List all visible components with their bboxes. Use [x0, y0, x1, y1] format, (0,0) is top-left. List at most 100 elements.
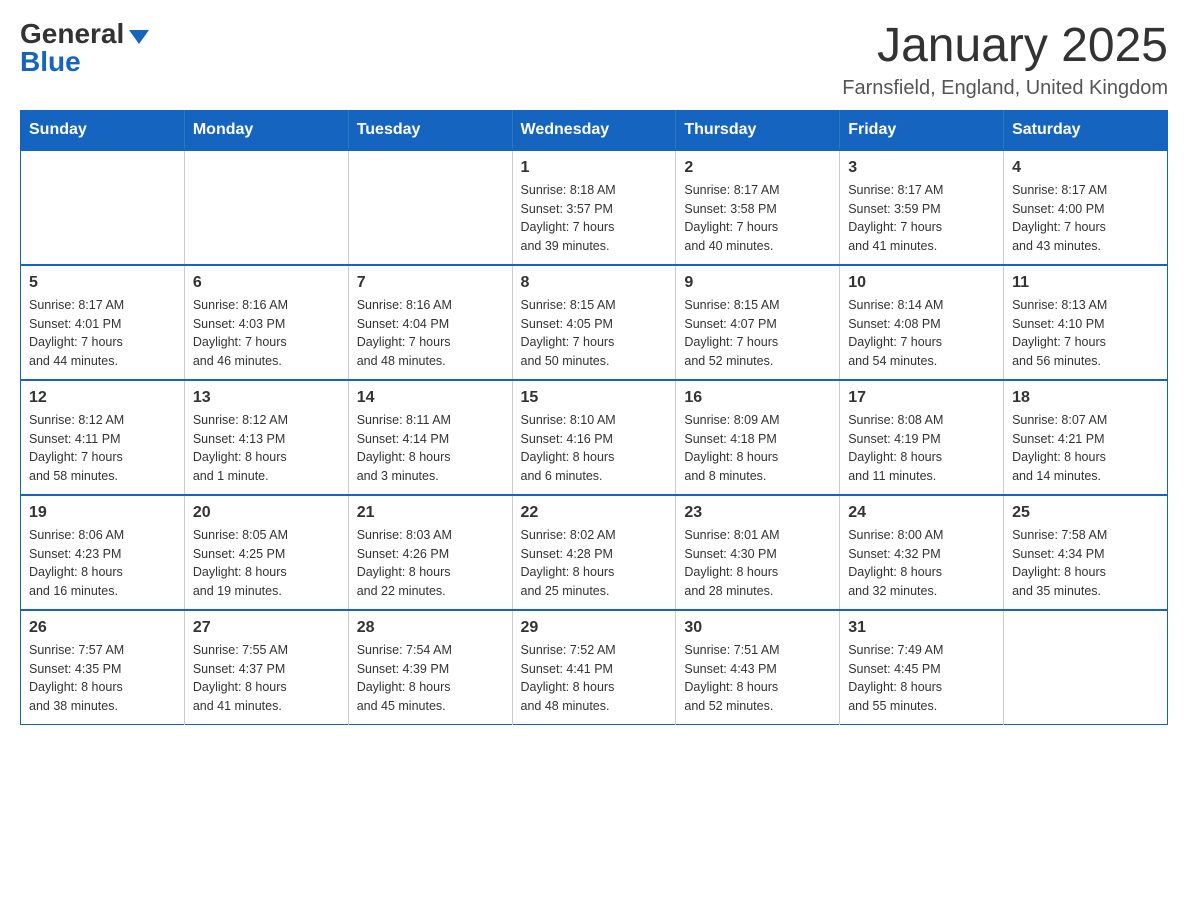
day-number: 26: [29, 619, 176, 637]
location-text: Farnsfield, England, United Kingdom: [842, 77, 1168, 100]
day-number: 13: [193, 389, 340, 407]
day-info: Sunrise: 8:11 AM Sunset: 4:14 PM Dayligh…: [357, 411, 504, 486]
logo-triangle-icon: [129, 30, 149, 44]
day-number: 9: [684, 274, 831, 292]
day-info: Sunrise: 7:54 AM Sunset: 4:39 PM Dayligh…: [357, 641, 504, 716]
day-info: Sunrise: 7:49 AM Sunset: 4:45 PM Dayligh…: [848, 641, 995, 716]
day-number: 2: [684, 159, 831, 177]
calendar-cell: 9 Sunrise: 8:15 AM Sunset: 4:07 PM Daylig…: [676, 265, 840, 380]
calendar-header: SundayMondayTuesdayWednesdayThursdayFrid…: [21, 110, 1168, 150]
calendar-cell: 14 Sunrise: 8:11 AM Sunset: 4:14 PM Dayli…: [348, 380, 512, 495]
calendar-table: SundayMondayTuesdayWednesdayThursdayFrid…: [20, 110, 1168, 725]
day-info: Sunrise: 8:15 AM Sunset: 4:07 PM Dayligh…: [684, 296, 831, 371]
day-info: Sunrise: 7:58 AM Sunset: 4:34 PM Dayligh…: [1012, 526, 1159, 601]
week-row-4: 26 Sunrise: 7:57 AM Sunset: 4:35 PM Dayli…: [21, 610, 1168, 725]
day-number: 17: [848, 389, 995, 407]
title-section: January 2025 Farnsfield, England, United…: [842, 20, 1168, 100]
day-number: 1: [521, 159, 668, 177]
calendar-cell: [348, 150, 512, 265]
logo-general-text: General: [20, 20, 124, 48]
day-info: Sunrise: 8:02 AM Sunset: 4:28 PM Dayligh…: [521, 526, 668, 601]
day-info: Sunrise: 8:08 AM Sunset: 4:19 PM Dayligh…: [848, 411, 995, 486]
day-number: 21: [357, 504, 504, 522]
day-number: 14: [357, 389, 504, 407]
day-info: Sunrise: 8:03 AM Sunset: 4:26 PM Dayligh…: [357, 526, 504, 601]
day-info: Sunrise: 8:17 AM Sunset: 4:01 PM Dayligh…: [29, 296, 176, 371]
week-row-0: 1 Sunrise: 8:18 AM Sunset: 3:57 PM Daylig…: [21, 150, 1168, 265]
header-day-saturday: Saturday: [1004, 110, 1168, 150]
header-day-tuesday: Tuesday: [348, 110, 512, 150]
day-info: Sunrise: 8:07 AM Sunset: 4:21 PM Dayligh…: [1012, 411, 1159, 486]
calendar-cell: 26 Sunrise: 7:57 AM Sunset: 4:35 PM Dayli…: [21, 610, 185, 725]
week-row-3: 19 Sunrise: 8:06 AM Sunset: 4:23 PM Dayli…: [21, 495, 1168, 610]
week-row-2: 12Sunrise: 8:12 AM Sunset: 4:11 PM Dayli…: [21, 380, 1168, 495]
day-info: Sunrise: 7:51 AM Sunset: 4:43 PM Dayligh…: [684, 641, 831, 716]
calendar-cell: 4 Sunrise: 8:17 AM Sunset: 4:00 PM Daylig…: [1004, 150, 1168, 265]
calendar-cell: 18 Sunrise: 8:07 AM Sunset: 4:21 PM Dayli…: [1004, 380, 1168, 495]
day-number: 10: [848, 274, 995, 292]
header-day-monday: Monday: [184, 110, 348, 150]
day-info: Sunrise: 8:17 AM Sunset: 3:58 PM Dayligh…: [684, 181, 831, 256]
calendar-cell: 7 Sunrise: 8:16 AM Sunset: 4:04 PM Daylig…: [348, 265, 512, 380]
calendar-cell: 8Sunrise: 8:15 AM Sunset: 4:05 PM Daylig…: [512, 265, 676, 380]
day-info: Sunrise: 8:06 AM Sunset: 4:23 PM Dayligh…: [29, 526, 176, 601]
calendar-cell: 28Sunrise: 7:54 AM Sunset: 4:39 PM Dayli…: [348, 610, 512, 725]
calendar-cell: 5 Sunrise: 8:17 AM Sunset: 4:01 PM Daylig…: [21, 265, 185, 380]
day-info: Sunrise: 8:00 AM Sunset: 4:32 PM Dayligh…: [848, 526, 995, 601]
calendar-cell: 10 Sunrise: 8:14 AM Sunset: 4:08 PM Dayli…: [840, 265, 1004, 380]
calendar-cell: 13Sunrise: 8:12 AM Sunset: 4:13 PM Dayli…: [184, 380, 348, 495]
day-info: Sunrise: 8:16 AM Sunset: 4:04 PM Dayligh…: [357, 296, 504, 371]
day-number: 12: [29, 389, 176, 407]
day-info: Sunrise: 8:18 AM Sunset: 3:57 PM Dayligh…: [521, 181, 668, 256]
logo-blue-text: Blue: [20, 48, 81, 76]
day-info: Sunrise: 8:15 AM Sunset: 4:05 PM Dayligh…: [521, 296, 668, 371]
day-number: 27: [193, 619, 340, 637]
day-number: 4: [1012, 159, 1159, 177]
header-row: SundayMondayTuesdayWednesdayThursdayFrid…: [21, 110, 1168, 150]
month-title: January 2025: [842, 20, 1168, 73]
day-number: 29: [521, 619, 668, 637]
calendar-cell: [1004, 610, 1168, 725]
day-info: Sunrise: 7:55 AM Sunset: 4:37 PM Dayligh…: [193, 641, 340, 716]
calendar-body: 1 Sunrise: 8:18 AM Sunset: 3:57 PM Daylig…: [21, 150, 1168, 725]
calendar-cell: 15 Sunrise: 8:10 AM Sunset: 4:16 PM Dayli…: [512, 380, 676, 495]
day-number: 31: [848, 619, 995, 637]
day-number: 15: [521, 389, 668, 407]
header-day-thursday: Thursday: [676, 110, 840, 150]
day-number: 19: [29, 504, 176, 522]
calendar-cell: 3Sunrise: 8:17 AM Sunset: 3:59 PM Daylig…: [840, 150, 1004, 265]
logo: General Blue: [20, 20, 149, 76]
day-info: Sunrise: 7:57 AM Sunset: 4:35 PM Dayligh…: [29, 641, 176, 716]
day-number: 24: [848, 504, 995, 522]
day-number: 7: [357, 274, 504, 292]
day-number: 11: [1012, 274, 1159, 292]
day-number: 16: [684, 389, 831, 407]
page-header: General Blue January 2025 Farnsfield, En…: [20, 20, 1168, 100]
day-number: 25: [1012, 504, 1159, 522]
calendar-cell: 16 Sunrise: 8:09 AM Sunset: 4:18 PM Dayli…: [676, 380, 840, 495]
day-info: Sunrise: 8:14 AM Sunset: 4:08 PM Dayligh…: [848, 296, 995, 371]
calendar-cell: 17 Sunrise: 8:08 AM Sunset: 4:19 PM Dayli…: [840, 380, 1004, 495]
calendar-cell: 20Sunrise: 8:05 AM Sunset: 4:25 PM Dayli…: [184, 495, 348, 610]
calendar-cell: 2 Sunrise: 8:17 AM Sunset: 3:58 PM Daylig…: [676, 150, 840, 265]
day-number: 23: [684, 504, 831, 522]
day-info: Sunrise: 8:17 AM Sunset: 4:00 PM Dayligh…: [1012, 181, 1159, 256]
day-info: Sunrise: 7:52 AM Sunset: 4:41 PM Dayligh…: [521, 641, 668, 716]
calendar-cell: 27 Sunrise: 7:55 AM Sunset: 4:37 PM Dayli…: [184, 610, 348, 725]
calendar-cell: 24 Sunrise: 8:00 AM Sunset: 4:32 PM Dayli…: [840, 495, 1004, 610]
day-info: Sunrise: 8:17 AM Sunset: 3:59 PM Dayligh…: [848, 181, 995, 256]
day-info: Sunrise: 8:16 AM Sunset: 4:03 PM Dayligh…: [193, 296, 340, 371]
day-info: Sunrise: 8:05 AM Sunset: 4:25 PM Dayligh…: [193, 526, 340, 601]
day-number: 5: [29, 274, 176, 292]
day-info: Sunrise: 8:13 AM Sunset: 4:10 PM Dayligh…: [1012, 296, 1159, 371]
day-info: Sunrise: 8:10 AM Sunset: 4:16 PM Dayligh…: [521, 411, 668, 486]
calendar-cell: 31 Sunrise: 7:49 AM Sunset: 4:45 PM Dayli…: [840, 610, 1004, 725]
calendar-cell: 30Sunrise: 7:51 AM Sunset: 4:43 PM Dayli…: [676, 610, 840, 725]
day-number: 18: [1012, 389, 1159, 407]
week-row-1: 5 Sunrise: 8:17 AM Sunset: 4:01 PM Daylig…: [21, 265, 1168, 380]
calendar-cell: 21 Sunrise: 8:03 AM Sunset: 4:26 PM Dayli…: [348, 495, 512, 610]
calendar-cell: 11 Sunrise: 8:13 AM Sunset: 4:10 PM Dayli…: [1004, 265, 1168, 380]
calendar-cell: [184, 150, 348, 265]
day-info: Sunrise: 8:09 AM Sunset: 4:18 PM Dayligh…: [684, 411, 831, 486]
calendar-cell: 29 Sunrise: 7:52 AM Sunset: 4:41 PM Dayli…: [512, 610, 676, 725]
